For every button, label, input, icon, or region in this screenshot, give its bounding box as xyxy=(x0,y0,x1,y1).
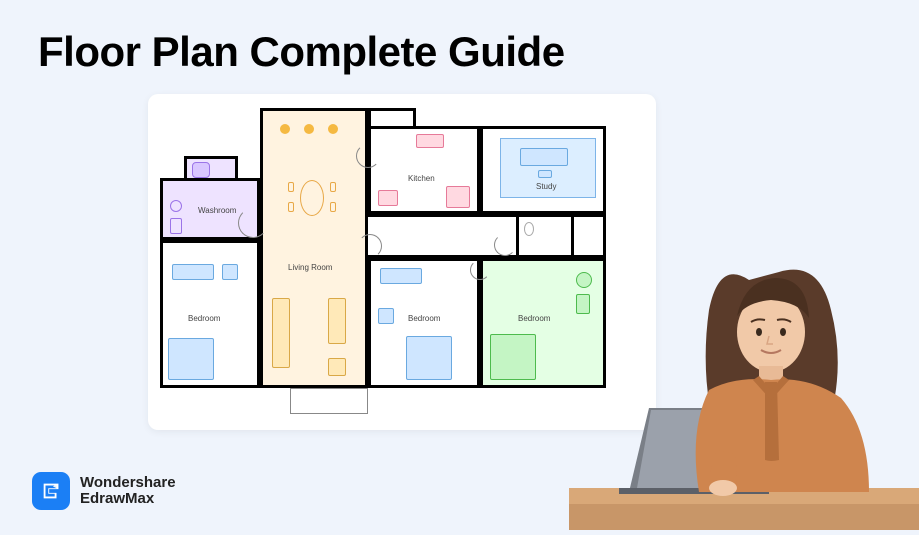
chair-icon xyxy=(288,202,294,212)
door-arc-icon xyxy=(356,144,380,168)
page-title: Floor Plan Complete Guide xyxy=(38,28,565,76)
label-study: Study xyxy=(536,182,556,191)
door-arc-icon xyxy=(358,234,382,258)
nightstand-icon xyxy=(378,308,394,324)
sofa-icon xyxy=(328,298,346,344)
bed-icon xyxy=(490,334,536,380)
bed-icon xyxy=(406,336,452,380)
stove-icon xyxy=(446,186,470,208)
bed-icon xyxy=(168,338,214,380)
room-corridor xyxy=(368,108,416,128)
desk-icon xyxy=(520,148,568,166)
brand-logo-icon xyxy=(32,472,70,510)
label-kitchen: Kitchen xyxy=(408,174,435,183)
door-arc-icon xyxy=(470,260,490,280)
label-washroom: Washroom xyxy=(198,206,236,215)
ceiling-fan-icon xyxy=(304,124,314,134)
chair-icon xyxy=(330,182,336,192)
brand-footer: Wondershare EdrawMax xyxy=(32,472,176,510)
door-arc-icon xyxy=(238,208,268,238)
label-bed1: Bedroom xyxy=(188,314,220,323)
label-bed3: Bedroom xyxy=(518,314,550,323)
brand-line2: EdrawMax xyxy=(80,491,176,507)
counter-icon xyxy=(416,134,444,148)
wardrobe-icon xyxy=(172,264,214,280)
brand-text: Wondershare EdrawMax xyxy=(80,475,176,507)
toilet-icon xyxy=(524,222,534,236)
person-illustration xyxy=(559,220,919,530)
toilet-icon xyxy=(170,200,182,212)
counter-icon xyxy=(378,190,398,206)
wardrobe-icon xyxy=(380,268,422,284)
room-balcony xyxy=(290,388,368,414)
dining-table-icon xyxy=(300,180,324,216)
nightstand-icon xyxy=(222,264,238,280)
brand-line1: Wondershare xyxy=(80,475,176,491)
ceiling-fan-icon xyxy=(328,124,338,134)
edrawmax-glyph claimed xyxy=(40,480,62,502)
label-bed2: Bedroom xyxy=(408,314,440,323)
chair-icon xyxy=(330,202,336,212)
label-livingroom: Living Room xyxy=(288,263,332,272)
ceiling-fan-icon xyxy=(280,124,290,134)
door-arc-icon xyxy=(494,234,516,256)
chair-icon xyxy=(288,182,294,192)
armchair-icon xyxy=(328,358,346,376)
bathtub-icon xyxy=(192,162,210,178)
sofa-icon xyxy=(272,298,290,368)
sink-icon xyxy=(170,218,182,234)
chair-icon xyxy=(538,170,552,178)
